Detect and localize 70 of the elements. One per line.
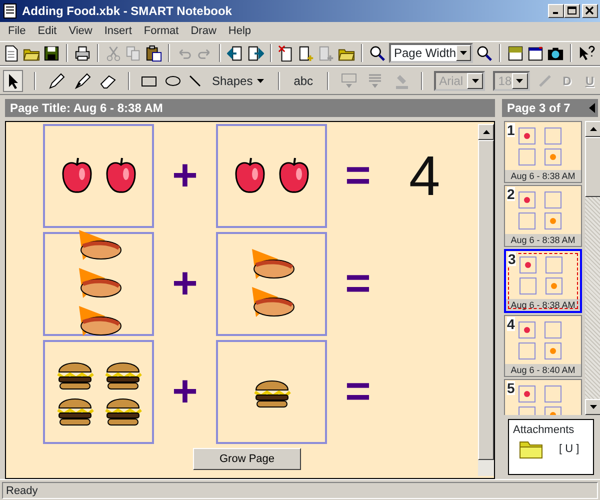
window-icon[interactable] bbox=[527, 44, 544, 62]
help-pointer-icon[interactable] bbox=[578, 44, 595, 62]
page-plus-icon[interactable] bbox=[298, 44, 315, 62]
caret-icon bbox=[256, 78, 264, 82]
text-tool-button[interactable]: abc bbox=[290, 72, 316, 90]
vertical-scrollbar[interactable] bbox=[585, 121, 600, 416]
maximize-button[interactable] bbox=[564, 4, 580, 18]
page-number: 4 bbox=[507, 317, 515, 332]
collapse-arrow-icon[interactable] bbox=[589, 103, 595, 114]
plus-sign: + bbox=[171, 370, 199, 414]
handwritten-answer: 4 bbox=[409, 148, 440, 204]
dropdown-arrow-icon[interactable] bbox=[460, 51, 468, 56]
highlighter-icon[interactable] bbox=[73, 72, 91, 90]
attachments-title: Attachments bbox=[513, 423, 576, 438]
ellipse-icon[interactable] bbox=[165, 74, 181, 86]
line-icon[interactable] bbox=[189, 74, 201, 86]
printer-icon[interactable] bbox=[74, 44, 91, 62]
scroll-up-icon[interactable] bbox=[590, 127, 596, 132]
grow-page-button[interactable]: Grow Page bbox=[193, 448, 301, 470]
equals-sign: = bbox=[344, 154, 372, 198]
page-thumbnail[interactable]: 5 bbox=[504, 379, 582, 416]
page-title-bar: Page Title: Aug 6 - 8:38 AM bbox=[5, 99, 495, 118]
page-caption: Aug 6 - 8:38 AM bbox=[505, 170, 581, 182]
shapes-menu-button[interactable]: Shapes bbox=[209, 72, 267, 90]
clipboard-icon[interactable] bbox=[145, 44, 162, 62]
page-arrow-icon[interactable] bbox=[247, 44, 264, 62]
menu-item[interactable]: Draw bbox=[184, 22, 222, 41]
maximize-icon[interactable] bbox=[567, 6, 577, 16]
page-number: 2 bbox=[507, 187, 515, 202]
menu-item[interactable]: File bbox=[2, 22, 32, 41]
status-text: Ready bbox=[2, 482, 598, 499]
page-number: 1 bbox=[507, 123, 515, 138]
pen-icon[interactable] bbox=[47, 72, 65, 90]
menu-item[interactable]: View bbox=[62, 22, 98, 41]
scroll-up-icon[interactable] bbox=[482, 130, 490, 134]
page-thumbnail[interactable]: 1 Aug 6 - 8:38 AM bbox=[504, 121, 582, 184]
magnifier-icon[interactable] bbox=[476, 44, 493, 62]
screen-shade-icon[interactable] bbox=[507, 44, 524, 62]
page-sorter-header: Page 3 of 7 bbox=[502, 99, 598, 118]
close-button[interactable] bbox=[582, 4, 598, 18]
plus-sign: + bbox=[171, 154, 199, 198]
scroll-down-icon[interactable] bbox=[590, 405, 596, 410]
rectangle-icon[interactable] bbox=[141, 74, 157, 86]
page-thumbnail[interactable]: 2 Aug 6 - 8:38 AM bbox=[504, 185, 582, 248]
notebook-icon bbox=[2, 2, 18, 19]
menu-item[interactable]: Help bbox=[222, 22, 258, 41]
page-caption: Aug 6 - 8:38 AM bbox=[505, 234, 581, 246]
plus-sign: + bbox=[171, 262, 199, 306]
equals-sign: = bbox=[344, 370, 372, 414]
menu-item[interactable]: Edit bbox=[32, 22, 63, 41]
close-icon[interactable] bbox=[585, 6, 595, 16]
equals-sign: = bbox=[344, 262, 372, 306]
document-icon[interactable] bbox=[3, 44, 20, 62]
page-arrow-icon[interactable] bbox=[227, 44, 244, 62]
zoom-dropdown[interactable]: Page Width bbox=[389, 43, 473, 64]
page-thumbnail[interactable]: 3 Aug 6 - 8:38 AM bbox=[504, 249, 582, 314]
folder-icon[interactable] bbox=[519, 438, 543, 459]
menu-item[interactable]: Insert bbox=[98, 22, 138, 41]
minimize-button[interactable] bbox=[548, 4, 564, 18]
pointer-icon[interactable] bbox=[3, 70, 23, 92]
page-thumbnail[interactable]: 4 Aug 6 - 8:40 AM bbox=[504, 315, 582, 378]
page-caption: Aug 6 - 8:40 AM bbox=[505, 364, 581, 376]
page-caption: Aug 6 - 8:38 AM bbox=[506, 299, 580, 312]
page-number: 3 bbox=[508, 252, 516, 266]
scrollbar-thumb[interactable] bbox=[585, 137, 600, 198]
window-title: Adding Food.xbk - SMART Notebook bbox=[22, 2, 232, 20]
magnifier-icon[interactable] bbox=[369, 44, 386, 62]
menu-item[interactable]: Format bbox=[138, 22, 185, 41]
attachment-label[interactable]: [ U ] bbox=[559, 440, 580, 458]
page-number: 5 bbox=[507, 381, 515, 396]
